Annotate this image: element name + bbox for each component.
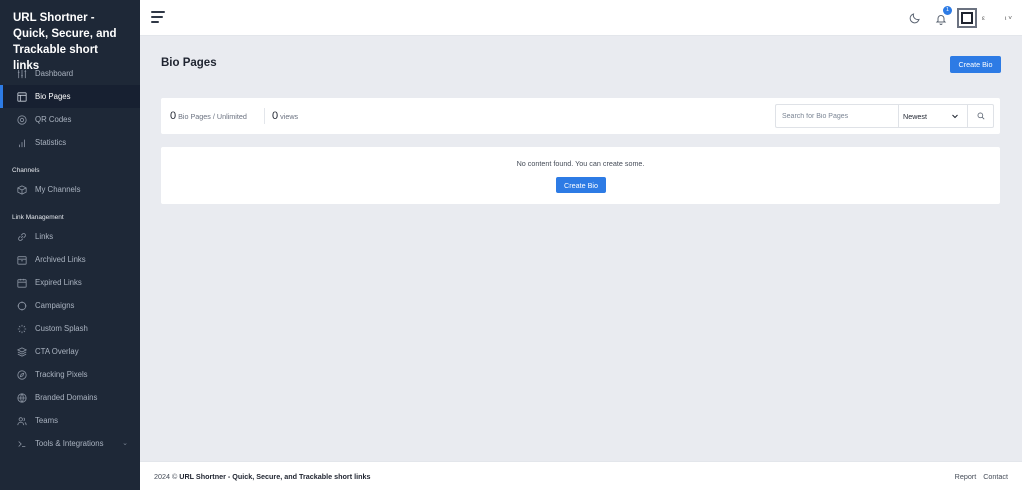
sidebar-item-teams[interactable]: Teams: [0, 409, 140, 432]
sidebar-item-custom-splash[interactable]: Custom Splash: [0, 317, 140, 340]
page-title: Bio Pages: [161, 57, 217, 69]
sidebar-item-qr-codes[interactable]: QR Codes: [0, 108, 140, 131]
chevron-down-icon: [952, 114, 958, 119]
calendar-icon: [16, 277, 28, 289]
footer-copyright: 2024 © URL Shortner - Quick, Secure, and…: [154, 472, 371, 481]
sidebar-item-tracking-pixels[interactable]: Tracking Pixels: [0, 363, 140, 386]
sidebar-item-label: QR Codes: [35, 115, 72, 124]
sidebar-item-label: Archived Links: [35, 255, 86, 264]
users-icon: [16, 415, 28, 427]
loader-icon: [16, 323, 28, 335]
sidebar-item-branded-domains[interactable]: Branded Domains: [0, 386, 140, 409]
avatar-label: ε: [982, 14, 985, 22]
qr-icon: [16, 114, 28, 126]
create-bio-button[interactable]: Create Bio: [950, 56, 1001, 73]
sidebar-item-dashboard[interactable]: Dashboard: [0, 62, 140, 85]
footer: 2024 © URL Shortner - Quick, Secure, and…: [140, 461, 1022, 490]
sidebar-item-label: Branded Domains: [35, 393, 98, 402]
compass-icon: [16, 369, 28, 381]
bio-pages-label: Bio Pages / Unlimited: [178, 112, 247, 121]
sidebar-item-label: Expired Links: [35, 278, 82, 287]
sidebar-item-tools-integrations[interactable]: Tools & Integrations ⌄: [0, 432, 140, 455]
views-stat: 0 views: [272, 110, 298, 122]
sidebar-item-campaigns[interactable]: Campaigns: [0, 294, 140, 317]
sidebar-item-label: Tools & Integrations: [35, 439, 104, 448]
sidebar-item-label: Bio Pages: [35, 92, 71, 101]
footer-site-link[interactable]: URL Shortner - Quick, Secure, and Tracka…: [179, 472, 370, 481]
terminal-icon: [16, 438, 28, 450]
bio-pages-stat: 0 Bio Pages / Unlimited: [170, 110, 247, 122]
link-icon: [16, 231, 28, 243]
layout-icon: [16, 91, 28, 103]
stat-divider: [264, 108, 265, 124]
views-count: 0: [272, 110, 279, 122]
notifications-button[interactable]: 1: [935, 6, 953, 25]
bar-chart-icon: [16, 137, 28, 149]
sidebar-item-label: My Channels: [35, 185, 81, 194]
section-label-link-management: Link Management: [12, 214, 64, 221]
sidebar-item-cta-overlay[interactable]: CTA Overlay: [0, 340, 140, 363]
sidebar-item-statistics[interactable]: Statistics: [0, 131, 140, 154]
archive-icon: [16, 254, 28, 266]
layers-icon: [16, 346, 28, 358]
sidebar-item-expired-links[interactable]: Expired Links: [0, 271, 140, 294]
footer-link-report[interactable]: Report: [955, 472, 977, 481]
target-icon: [16, 300, 28, 312]
sidebar-item-label: CTA Overlay: [35, 347, 79, 356]
sidebar-item-label: Statistics: [35, 138, 67, 147]
views-label: views: [280, 112, 299, 121]
sidebar-item-my-channels[interactable]: My Channels: [0, 178, 140, 201]
globe-icon: [16, 392, 28, 404]
search-button[interactable]: [968, 104, 994, 128]
footer-links: Report Contact: [955, 472, 1008, 481]
footer-year: 2024 ©: [154, 472, 178, 481]
topbar-actions: 1 ε ι ˅: [909, 0, 1012, 36]
avatar[interactable]: [957, 8, 978, 28]
brand-title[interactable]: URL Shortner - Quick, Secure, and Tracka…: [0, 0, 140, 72]
sidebar-item-label: Tracking Pixels: [35, 370, 88, 379]
section-label-channels: Channels: [12, 167, 40, 174]
sort-selected: Newest: [903, 111, 927, 121]
bio-pages-count: 0: [170, 110, 177, 122]
box-icon: [16, 184, 28, 196]
sidebar-item-label: Teams: [35, 416, 58, 425]
stats-card: 0 Bio Pages / Unlimited 0 views Newest: [161, 98, 1000, 134]
footer-link-contact[interactable]: Contact: [983, 472, 1008, 481]
search-icon: [977, 112, 984, 120]
topbar: 1 ε ι ˅: [140, 0, 1022, 36]
empty-state-message: No content found. You can create some.: [516, 159, 645, 168]
sidebar-item-bio-pages[interactable]: Bio Pages: [0, 85, 140, 108]
create-bio-empty-button[interactable]: Create Bio: [556, 177, 606, 193]
menu-toggle-icon[interactable]: [151, 11, 165, 23]
sidebar-item-label: Dashboard: [35, 69, 74, 78]
sort-select[interactable]: Newest: [898, 104, 968, 128]
moon-icon[interactable]: [909, 12, 921, 24]
sidebar-item-label: Links: [35, 232, 54, 241]
empty-state-card: No content found. You can create some. C…: [161, 147, 1000, 204]
sidebar-item-label: Custom Splash: [35, 324, 88, 333]
sidebar-item-links[interactable]: Links: [0, 225, 140, 248]
sidebar-item-archived-links[interactable]: Archived Links: [0, 248, 140, 271]
dashboard-icon: [16, 68, 28, 80]
user-menu-dropdown[interactable]: ι ˅: [1005, 15, 1012, 22]
notification-badge: 1: [943, 6, 953, 15]
chevron-down-icon[interactable]: ⌄: [122, 439, 128, 447]
sidebar: URL Shortner - Quick, Secure, and Tracka…: [0, 0, 140, 490]
sidebar-item-label: Campaigns: [35, 301, 75, 310]
search-input[interactable]: [775, 104, 898, 128]
